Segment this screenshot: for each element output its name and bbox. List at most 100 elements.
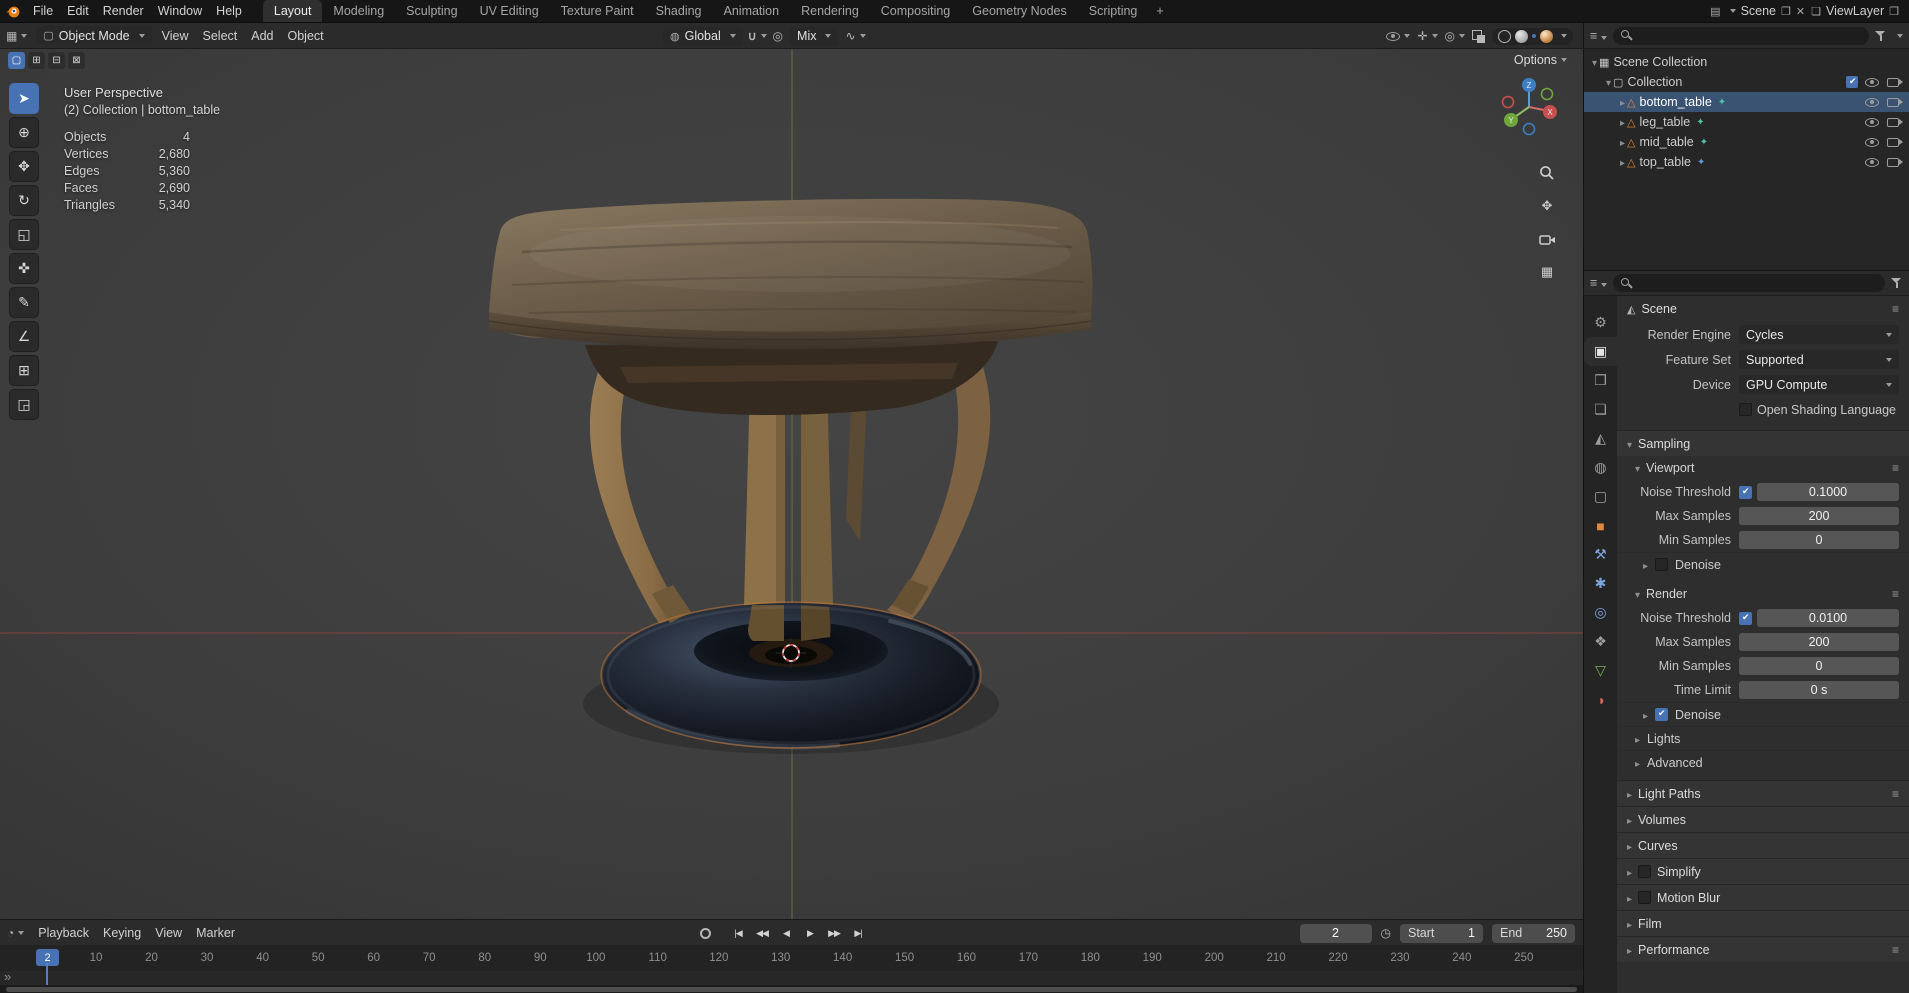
outliner-row-object[interactable]: △ top_table ✦ [1584, 152, 1909, 172]
disclosure-icon[interactable] [1606, 75, 1611, 89]
min-samples-field[interactable]: 0 [1739, 531, 1899, 549]
playhead-line[interactable] [46, 963, 48, 985]
menubar-item[interactable]: Window [151, 0, 209, 22]
properties-search-input[interactable] [1613, 274, 1885, 292]
solid-shading-button[interactable] [1515, 29, 1528, 43]
timeline-tracks[interactable]: » [0, 969, 1583, 985]
timeline-ruler[interactable]: 10 20 30 40 50 60 70 80 90 100 110 120 130 140 150 160 1… [0, 945, 1583, 971]
curves-panel-header[interactable]: Curves [1617, 832, 1909, 858]
start-frame-field[interactable]: Start 1 [1400, 923, 1483, 943]
properties-tab[interactable]: ◑ [1584, 685, 1617, 714]
tool-button[interactable]: ◲ [9, 389, 39, 420]
outliner-row-collection[interactable]: ▢ Collection [1584, 72, 1909, 92]
lights-subpanel-header[interactable]: Lights [1617, 726, 1909, 750]
outliner-row-object[interactable]: △ leg_table ✦ [1584, 112, 1909, 132]
tool-button[interactable]: ✜ [9, 253, 39, 284]
properties-tab[interactable]: ❖ [1584, 627, 1617, 656]
timeline-editor-icon[interactable]: ◔ [0, 926, 31, 940]
overlays-toggle-icon[interactable]: ◎ [1445, 29, 1465, 43]
transform-orientation-dropdown[interactable]: ◍ Global [663, 26, 743, 46]
pivot-dropdown[interactable]: Mix [790, 26, 839, 46]
timeline-scrollbar[interactable] [0, 985, 1583, 993]
properties-tab[interactable]: ❒ [1584, 366, 1617, 395]
render-subpanel-header[interactable]: Render [1617, 582, 1909, 606]
menubar-item[interactable]: Help [209, 0, 249, 22]
outliner-search-input[interactable] [1613, 26, 1869, 45]
noise-threshold-field[interactable]: 0.0100 [1757, 609, 1899, 627]
new-scene-icon[interactable]: ❐ [1781, 5, 1791, 18]
denoise-subpanel-header[interactable]: Denoise [1617, 552, 1909, 576]
viewport-menu-item[interactable]: View [155, 25, 196, 47]
properties-tab[interactable]: ■ [1584, 511, 1617, 540]
view-layer-selector[interactable]: ❏ ViewLayer ❐ [1811, 4, 1899, 18]
preset-menu-icon[interactable] [1892, 787, 1899, 801]
disclosure-icon[interactable] [1592, 55, 1597, 69]
max-samples-field[interactable]: 200 [1739, 507, 1899, 525]
denoise-subpanel-header[interactable]: Denoise [1617, 702, 1909, 726]
expand-region-icon[interactable]: » [4, 969, 11, 984]
material-preview-button[interactable] [1532, 34, 1536, 38]
viewport-menu-item[interactable]: Select [196, 25, 245, 47]
end-frame-field[interactable]: End 250 [1492, 923, 1575, 943]
transport-button[interactable]: |◀ [727, 924, 749, 943]
motion-blur-checkbox[interactable] [1638, 891, 1652, 904]
options-dropdown[interactable]: Options [1514, 53, 1567, 67]
scene-selector[interactable]: ▤ Scene ❐ ✕ [1710, 4, 1805, 18]
rendered-shading-button[interactable] [1540, 29, 1553, 43]
hide-eye-icon[interactable] [1865, 77, 1879, 87]
workspace-tab[interactable]: Compositing [870, 0, 961, 22]
timeline-menu-item[interactable]: Marker [189, 922, 242, 944]
feature-set-dropdown[interactable]: Supported [1739, 350, 1899, 369]
current-frame-field[interactable]: 2 [1299, 923, 1372, 943]
max-samples-field[interactable]: 200 [1739, 633, 1899, 651]
mode-dropdown[interactable]: ▢ Object Mode [36, 26, 152, 45]
viewport-menu-item[interactable]: Add [244, 25, 280, 47]
unlink-scene-icon[interactable]: ✕ [1796, 5, 1805, 18]
transport-button[interactable]: ◀◀ [751, 924, 773, 943]
properties-tab[interactable]: ◭ [1584, 424, 1617, 453]
viewport-subpanel-header[interactable]: Viewport [1617, 456, 1909, 480]
preset-menu-icon[interactable] [1892, 461, 1899, 475]
filter-icon[interactable] [1875, 30, 1887, 42]
workspace-tab[interactable]: Animation [713, 0, 791, 22]
workspace-tab[interactable]: Sculpting [395, 0, 468, 22]
workspace-tab[interactable]: Modeling [322, 0, 395, 22]
workspace-tab[interactable]: UV Editing [469, 0, 550, 22]
volumes-panel-header[interactable]: Volumes [1617, 806, 1909, 832]
outliner-row-scene-collection[interactable]: ▦ Scene Collection [1584, 52, 1909, 72]
workspace-tab[interactable]: Layout [262, 0, 323, 22]
hide-eye-icon[interactable] [1865, 97, 1879, 107]
osl-checkbox[interactable] [1739, 403, 1752, 416]
xray-toggle-icon[interactable] [1472, 29, 1485, 43]
simplify-checkbox[interactable] [1638, 865, 1652, 878]
motion-blur-panel-header[interactable]: Motion Blur [1617, 884, 1909, 910]
select-mode-button[interactable]: ⊟ [48, 52, 65, 69]
sampling-panel-header[interactable]: Sampling [1617, 430, 1909, 456]
stopwatch-icon[interactable]: ◷ [1381, 926, 1391, 940]
simplify-panel-header[interactable]: Simplify [1617, 858, 1909, 884]
disclosure-icon[interactable] [1620, 155, 1625, 169]
visibility-eye-icon[interactable] [1386, 31, 1411, 41]
device-dropdown[interactable]: GPU Compute [1739, 375, 1899, 394]
noise-threshold-checkbox[interactable] [1739, 611, 1752, 625]
scrollbar-thumb[interactable] [6, 986, 1577, 992]
performance-panel-header[interactable]: Performance [1617, 936, 1909, 962]
workspace-tab[interactable]: Shading [645, 0, 713, 22]
timeline-menu-item[interactable]: View [148, 922, 189, 944]
denoise-checkbox[interactable] [1655, 708, 1669, 721]
select-mode-button[interactable]: ⊞ [28, 52, 45, 69]
tool-button[interactable]: ∠ [9, 321, 39, 352]
transport-button[interactable]: ◀ [775, 924, 797, 943]
orthographic-toggle-icon[interactable]: ▦ [1535, 260, 1559, 284]
select-mode-button[interactable]: ⊠ [68, 52, 85, 69]
film-panel-header[interactable]: Film [1617, 910, 1909, 936]
properties-tab[interactable]: ⚙ [1584, 308, 1617, 337]
tool-button[interactable]: ✥ [9, 151, 39, 182]
tool-button[interactable]: ◱ [9, 219, 39, 250]
render-engine-dropdown[interactable]: Cycles [1739, 325, 1899, 344]
tool-button[interactable]: ⊞ [9, 355, 39, 386]
collection-checkbox[interactable] [1846, 76, 1858, 88]
menubar-item[interactable]: Edit [60, 0, 96, 22]
timeline-menu-item[interactable]: Keying [96, 922, 148, 944]
tool-button[interactable]: ➤ [9, 83, 39, 114]
